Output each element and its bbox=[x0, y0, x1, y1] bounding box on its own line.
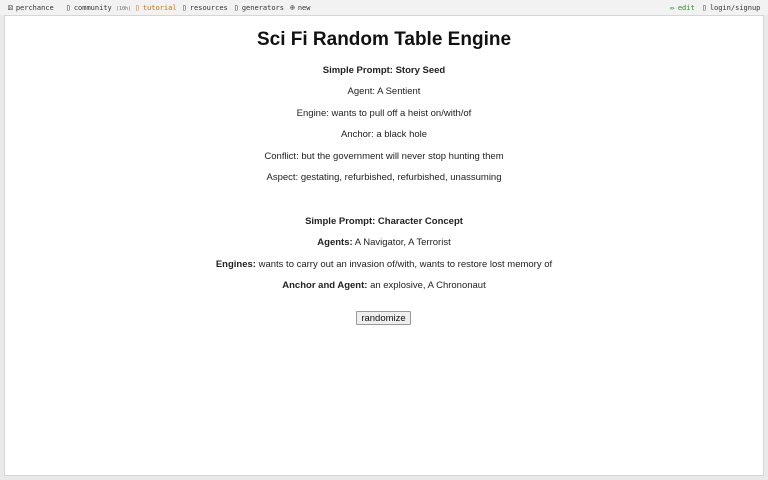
pencil-icon: ✏ bbox=[670, 3, 675, 12]
nav-edit-label: edit bbox=[677, 4, 695, 12]
plus-circle-icon: ⊕ bbox=[290, 3, 295, 12]
randomize-button[interactable]: randomize bbox=[356, 311, 411, 325]
anchor-agent-value: an explosive, A Chrononaut bbox=[370, 280, 486, 291]
nav-generators[interactable]: ▯ generators bbox=[234, 3, 284, 13]
page-title: Sci Fi Random Table Engine bbox=[256, 29, 512, 50]
nav-resources-label: resources bbox=[189, 4, 228, 12]
nav-edit[interactable]: ✏ edit bbox=[670, 3, 695, 13]
nav-brand-label: perchance bbox=[15, 4, 54, 12]
nav-community[interactable]: ▯ community (10h) bbox=[66, 3, 131, 14]
top-nav: ⚄ perchance ▯ community (10h) ▯ tutorial ▯ r… bbox=[0, 0, 768, 15]
nav-login[interactable]: ▯ login/signup bbox=[702, 3, 760, 13]
engine-line: Engine: wants to pull off a heist on/wit… bbox=[296, 108, 472, 119]
nav-brand[interactable]: ⚄ perchance bbox=[8, 3, 54, 13]
conflict-line: Conflict: but the government will never … bbox=[264, 151, 504, 162]
engines-line: Engines: wants to carry out an invasion … bbox=[0, 259, 768, 270]
list-icon: ▯ bbox=[234, 3, 239, 12]
aspect-line: Aspect: gestating, refurbished, refurbis… bbox=[266, 172, 502, 183]
engines-value: wants to carry out an invasion of/with, … bbox=[258, 259, 553, 270]
user-icon: ▯ bbox=[702, 3, 707, 12]
character-concept-heading: Simple Prompt: Character Concept bbox=[305, 216, 463, 227]
agents-line: Agents: A Navigator, A Terrorist bbox=[0, 237, 768, 248]
nav-tutorial-label: tutorial bbox=[142, 4, 177, 12]
anchor-agent-line: Anchor and Agent: an explosive, A Chrono… bbox=[0, 280, 768, 291]
nav-tutorial[interactable]: ▯ tutorial bbox=[135, 3, 177, 13]
story-seed-heading: Simple Prompt: Story Seed bbox=[322, 65, 446, 76]
community-count: (10h) bbox=[115, 6, 132, 12]
nav-login-label: login/signup bbox=[709, 4, 761, 12]
anchor-agent-label: Anchor and Agent: bbox=[282, 280, 368, 291]
nav-new[interactable]: ⊕ new bbox=[290, 3, 310, 13]
nav-generators-label: generators bbox=[241, 4, 284, 12]
chat-icon: ▯ bbox=[66, 3, 71, 12]
engines-label: Engines: bbox=[215, 259, 256, 270]
nav-resources[interactable]: ▯ resources bbox=[182, 3, 228, 13]
dice-icon: ⚄ bbox=[8, 3, 13, 12]
agents-label: Agents: bbox=[317, 237, 353, 248]
nav-community-label: community bbox=[73, 4, 112, 12]
link-icon: ▯ bbox=[182, 3, 187, 12]
anchor-line: Anchor: a black hole bbox=[340, 129, 428, 140]
book-icon: ▯ bbox=[135, 3, 140, 12]
agents-value: A Navigator, A Terrorist bbox=[354, 237, 451, 248]
agent-line: Agent: A Sentient bbox=[347, 86, 421, 97]
nav-new-label: new bbox=[297, 4, 311, 12]
